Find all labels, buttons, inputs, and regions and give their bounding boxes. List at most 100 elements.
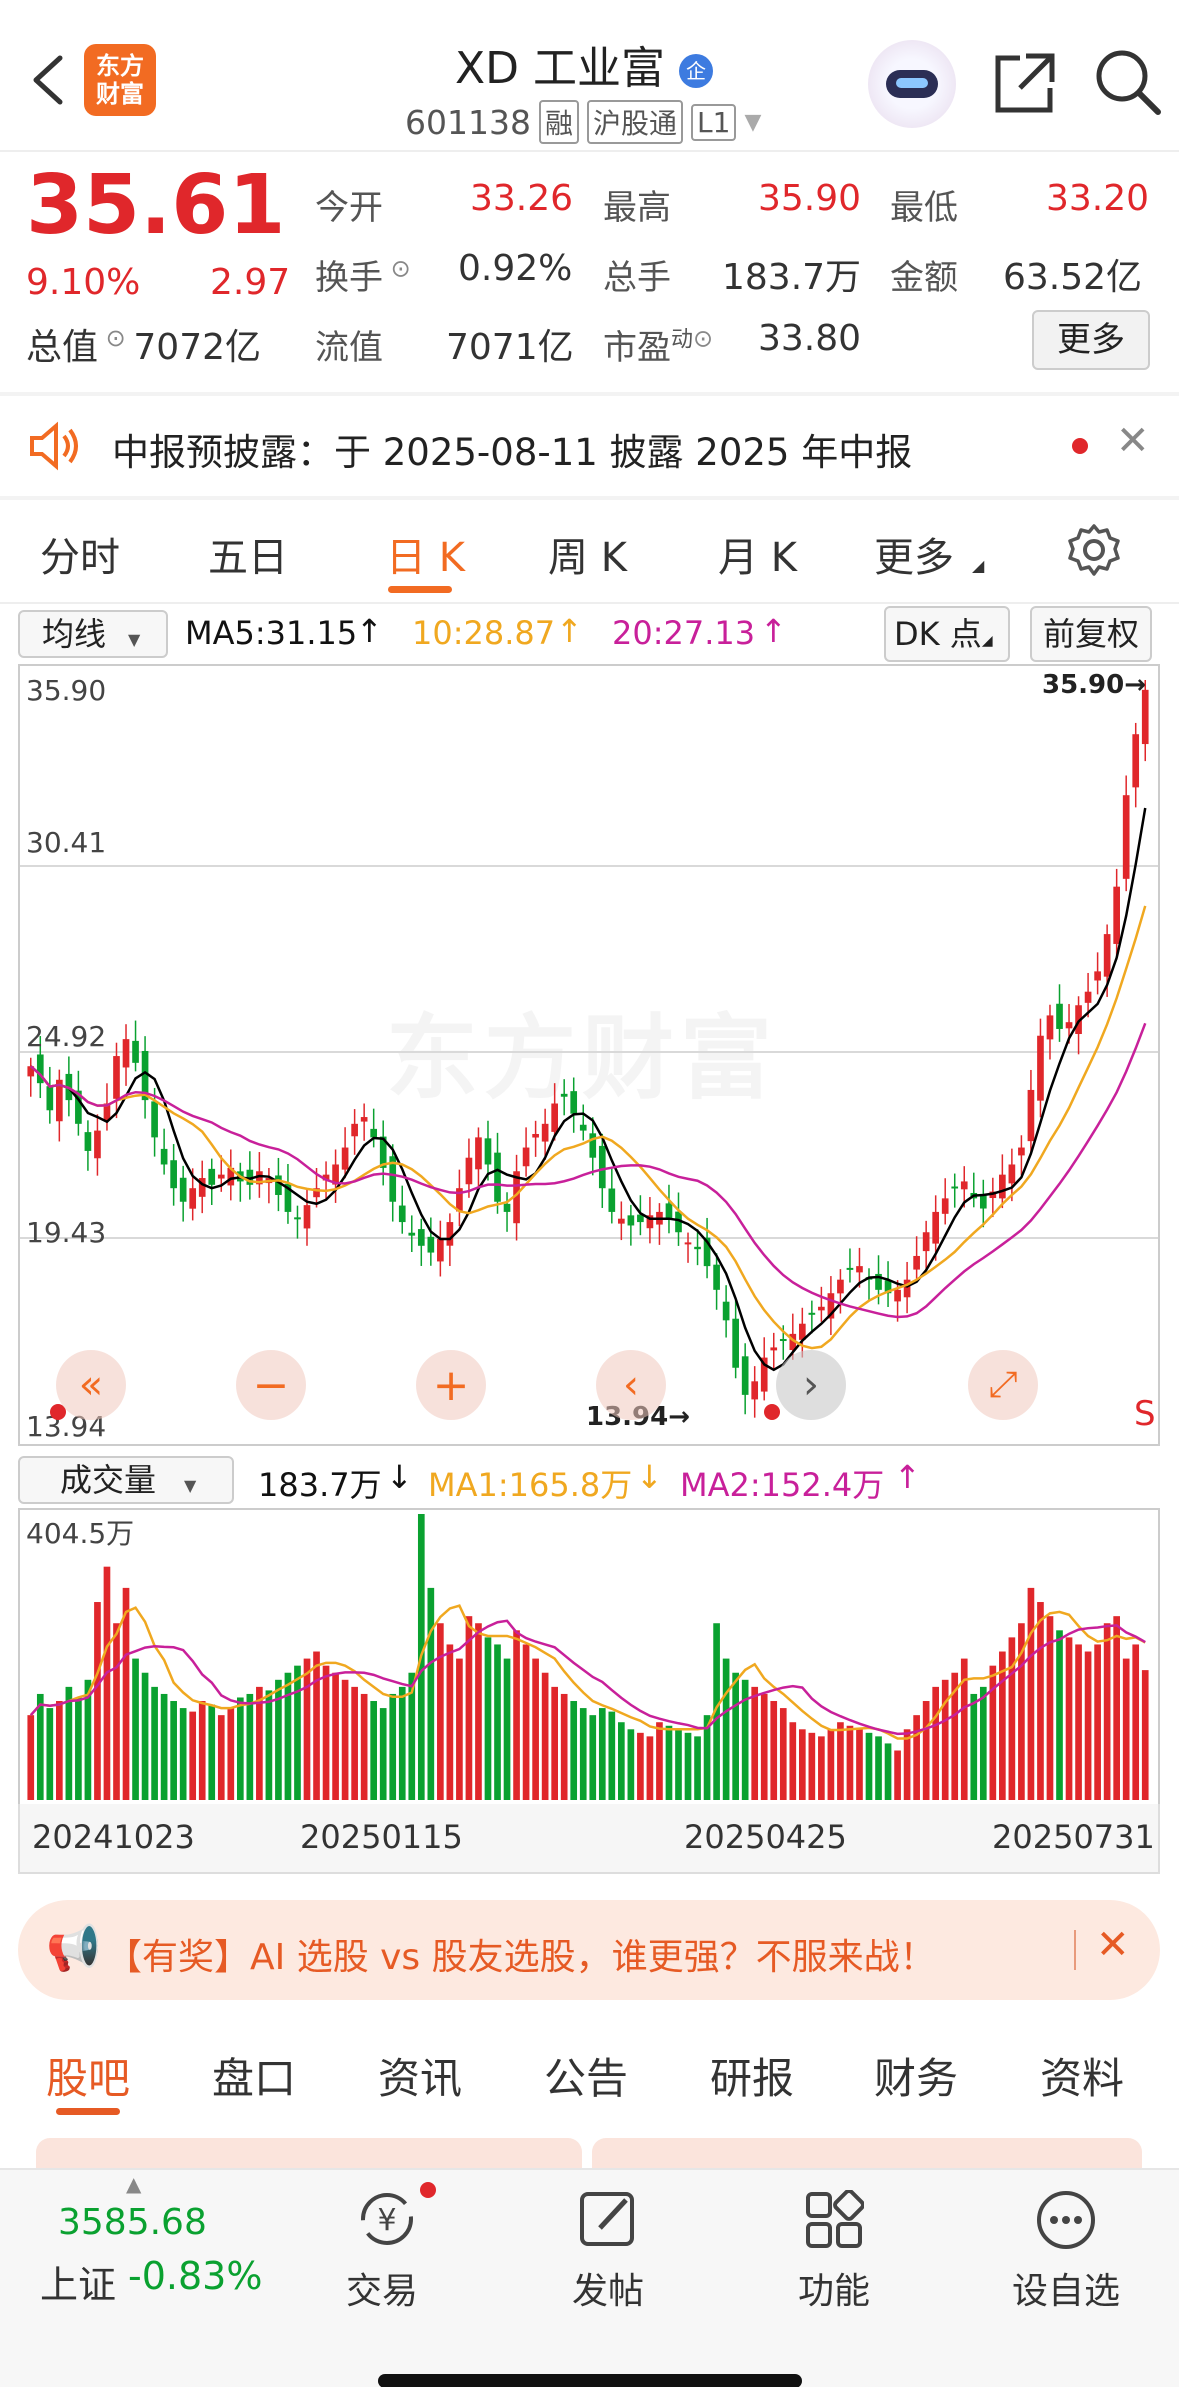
volume-bar: [379, 1708, 387, 1800]
info-icon[interactable]: ⊙: [383, 255, 411, 283]
tab-guba[interactable]: 股吧: [46, 2045, 130, 2106]
speaker-icon: [30, 421, 78, 471]
yen-cycle-icon: ¥: [361, 2193, 413, 2245]
share-icon: [995, 53, 1055, 113]
ma-selector[interactable]: 均线 ▼: [18, 610, 168, 658]
index-name[interactable]: 上证: [40, 2254, 116, 2309]
robot-avatar[interactable]: [868, 40, 956, 128]
volume-bar: [837, 1722, 844, 1800]
tab-research[interactable]: 研报: [710, 2045, 794, 2106]
candle-body: [303, 1205, 311, 1229]
tab-weekly-k[interactable]: 周 K: [548, 525, 627, 583]
tab-more[interactable]: 更多: [874, 525, 954, 583]
chart-settings-button[interactable]: [1066, 522, 1122, 578]
dk-point-button[interactable]: DK 点◢: [884, 606, 1010, 662]
candle-body: [665, 1203, 673, 1219]
share-button[interactable]: [990, 48, 1060, 118]
promo-banner[interactable]: 📢 【有奖】AI 选股 vs 股友选股，谁更强？不服来战！ ✕: [18, 1900, 1160, 2000]
info-icon[interactable]: ⊙: [98, 324, 133, 352]
tab-finance[interactable]: 财务: [874, 2045, 958, 2106]
tab-pankou[interactable]: 盘口: [212, 2045, 296, 2106]
volume-bar: [789, 1722, 797, 1800]
price-axis-label: 24.92: [26, 1020, 107, 1053]
volume-bar: [999, 1651, 1006, 1800]
volume-chart[interactable]: 404.5万: [18, 1508, 1160, 1804]
close-promo-icon[interactable]: ✕: [1096, 1922, 1130, 1968]
volume-bar: [236, 1697, 244, 1800]
tab-daily-k[interactable]: 日 K: [386, 525, 465, 583]
candle-body: [122, 1039, 130, 1068]
vol-ma1-arrow: ↓: [636, 1458, 663, 1496]
tab-profile[interactable]: 资料: [1040, 2045, 1124, 2106]
volume-bar: [427, 1587, 435, 1800]
tab-intraday[interactable]: 分时: [40, 525, 120, 583]
add-watchlist-button[interactable]: 设自选: [1004, 2180, 1124, 2320]
volume-bar: [160, 1693, 168, 1800]
indicator-selector-label: 成交量: [60, 1461, 157, 1499]
dropdown-triangle-icon: ▼: [184, 1476, 197, 1495]
kline-chart[interactable]: 东方财富 35.90 30.41 24.92 19.43 13.94 35.90…: [18, 664, 1160, 1446]
high-value: 35.90: [758, 178, 862, 219]
back-button[interactable]: [22, 50, 72, 110]
functions-label: 功能: [798, 2271, 871, 2312]
stock-name: XD 工业富: [455, 43, 666, 94]
logo-line-2: 财富: [96, 80, 144, 108]
index-value[interactable]: 3585.68: [58, 2202, 207, 2243]
volume-bar: [351, 1686, 358, 1800]
dk-point-label: DK 点: [894, 615, 982, 653]
candle-body: [741, 1356, 749, 1395]
notice-bar[interactable]: 中报预披露：于 2025-08-11 披露 2025 年中报 ✕: [0, 396, 1179, 496]
close-notice-icon[interactable]: ✕: [1116, 418, 1150, 464]
kline-plot: [20, 680, 1158, 1418]
zoom-in-button[interactable]: +: [416, 1350, 486, 1420]
open-label: 今开: [315, 188, 383, 228]
volume-bar: [827, 1729, 835, 1800]
ma10-arrow: ↑: [556, 612, 583, 650]
indicator-selector[interactable]: 成交量 ▼: [18, 1456, 234, 1504]
candle-body: [1094, 971, 1101, 981]
dropdown-triangle-icon[interactable]: ▼: [744, 110, 761, 135]
candle-body: [179, 1177, 187, 1202]
tab-five-day[interactable]: 五日: [208, 525, 288, 583]
volume-bar: [46, 1708, 54, 1800]
price-axis-label: 19.43: [26, 1216, 107, 1249]
volume-bar: [389, 1693, 397, 1800]
zoom-out-button[interactable]: −: [236, 1350, 306, 1420]
scroll-left-button[interactable]: ‹: [596, 1350, 666, 1420]
tab-announcements[interactable]: 公告: [544, 2045, 628, 2106]
scroll-right-button[interactable]: ›: [776, 1350, 846, 1420]
volume-bar: [970, 1693, 978, 1800]
jump-left-button[interactable]: «: [56, 1350, 126, 1420]
candle-body: [475, 1137, 482, 1170]
tab-monthly-k[interactable]: 月 K: [718, 525, 797, 583]
tag-connect: 沪股通: [587, 100, 684, 144]
candle-body: [570, 1091, 578, 1114]
fullscreen-button[interactable]: ⤢: [968, 1350, 1038, 1420]
tab-news[interactable]: 资讯: [378, 2045, 462, 2106]
trade-button[interactable]: ¥ 交易: [330, 2180, 450, 2320]
minus-icon: −: [252, 1359, 290, 1411]
volume-max-label: 404.5万: [26, 1517, 135, 1550]
volume-bar: [370, 1701, 378, 1800]
volume-plot: [27, 1514, 1149, 1800]
volume-bar: [36, 1693, 44, 1800]
candle-body: [360, 1117, 368, 1122]
volume-bar: [151, 1686, 158, 1800]
volume-bar: [446, 1644, 454, 1800]
info-icon[interactable]: ⊙: [693, 325, 713, 353]
search-button[interactable]: [1092, 46, 1164, 118]
chevron-right-icon: ›: [803, 1362, 819, 1408]
plus-icon: +: [432, 1359, 470, 1411]
turnover-label: 换手 ⊙: [315, 250, 411, 299]
functions-button[interactable]: 功能: [786, 2180, 886, 2320]
volume-bar: [560, 1693, 568, 1800]
candle-body: [1008, 1164, 1016, 1184]
pe-value: 33.80: [758, 318, 862, 359]
forward-adjust-button[interactable]: 前复权: [1030, 606, 1152, 662]
more-button[interactable]: 更多: [1032, 310, 1150, 370]
volume-bar: [770, 1701, 778, 1800]
index-pct[interactable]: -0.83%: [128, 2254, 262, 2298]
post-button[interactable]: 发帖: [560, 2180, 660, 2320]
vol-ma1-readout: MA1:165.8万: [428, 1466, 633, 1504]
candle-body: [341, 1147, 349, 1170]
